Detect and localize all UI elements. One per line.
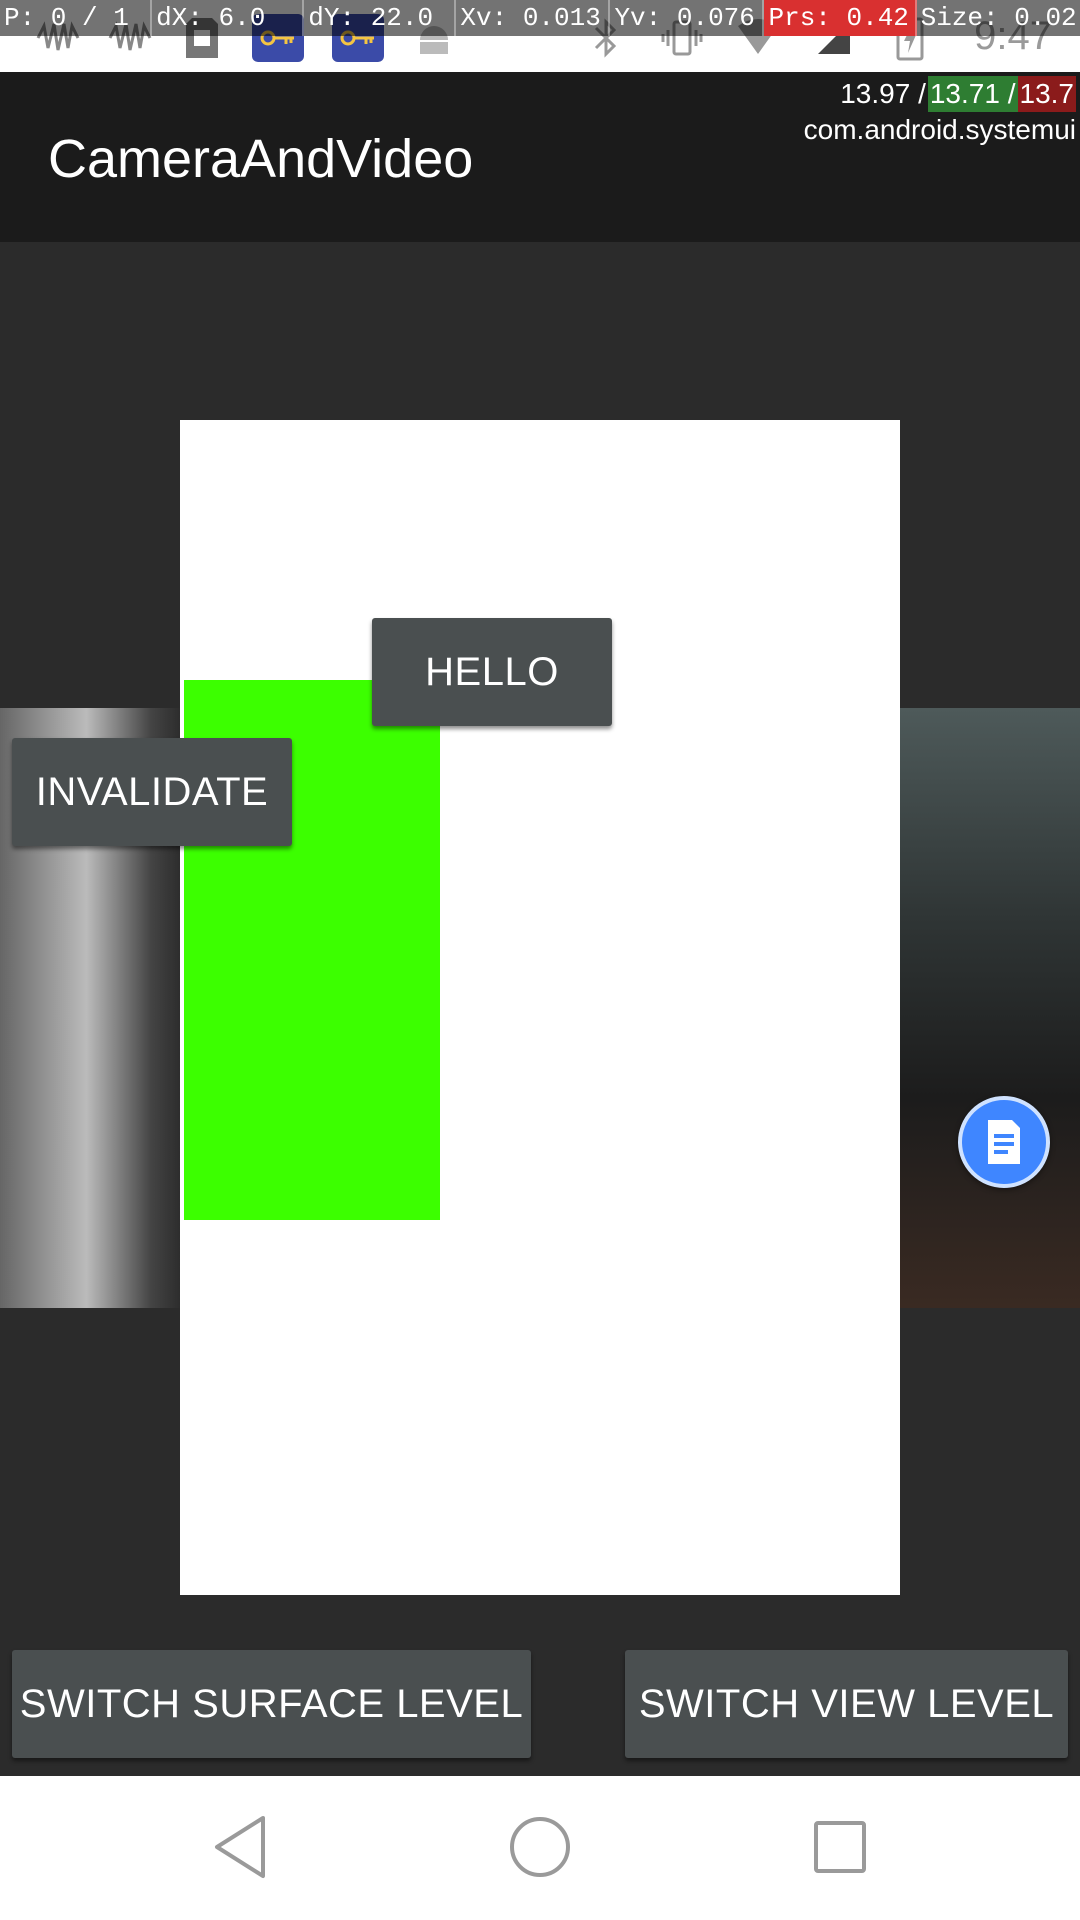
recents-button[interactable] (795, 1802, 885, 1892)
invalidate-button[interactable]: INVALIDATE (12, 738, 292, 846)
back-icon (215, 1816, 265, 1878)
camera-preview-right (900, 708, 1080, 1308)
pointer-yv: Yv: 0.076 (610, 0, 765, 36)
pointer-dy: dY: 22.0 (304, 0, 457, 36)
switch-surface-level-button[interactable]: SWITCH SURFACE LEVEL (12, 1650, 531, 1758)
pointer-location-overlay: P: 0 / 1 dX: 6.0 dY: 22.0 Xv: 0.013 Yv: … (0, 0, 1080, 36)
hello-button[interactable]: HELLO (372, 618, 612, 726)
app-title: CameraAndVideo (48, 129, 474, 189)
load-average-3: 13.7 (1017, 76, 1076, 112)
navigation-bar (0, 1776, 1080, 1920)
home-button[interactable] (495, 1802, 585, 1892)
home-icon (510, 1817, 570, 1877)
back-button[interactable] (196, 1802, 286, 1892)
pointer-xv: Xv: 0.013 (456, 0, 611, 36)
app-bar: CameraAndVideo 13.97 / 13.71 / 13.7 com.… (0, 72, 1080, 242)
screen: 9:47 P: 0 / 1 dX: 6.0 dY: 22.0 Xv: 0.013… (0, 0, 1080, 1920)
load-average-1: 13.97 / (840, 78, 926, 109)
document-icon (988, 1120, 1020, 1164)
top-process: com.android.systemui (803, 114, 1076, 145)
cpu-usage-overlay: 13.97 / 13.71 / 13.7 com.android.systemu… (804, 76, 1076, 148)
switch-view-level-button[interactable]: SWITCH VIEW LEVEL (625, 1650, 1068, 1758)
load-average-2: 13.71 / (927, 76, 1018, 112)
floating-document-button[interactable] (958, 1096, 1050, 1188)
pointer-pressure: Prs: 0.42 (764, 0, 917, 36)
pointer-dx: dX: 6.0 (152, 0, 305, 36)
recents-icon (814, 1821, 866, 1873)
status-bar: 9:47 P: 0 / 1 dX: 6.0 dY: 22.0 Xv: 0.013… (0, 0, 1080, 72)
load-average: 13.97 / 13.71 / 13.7 (804, 76, 1076, 112)
pointer-count: P: 0 / 1 (0, 0, 153, 36)
pointer-size: Size: 0.02 (916, 0, 1080, 36)
